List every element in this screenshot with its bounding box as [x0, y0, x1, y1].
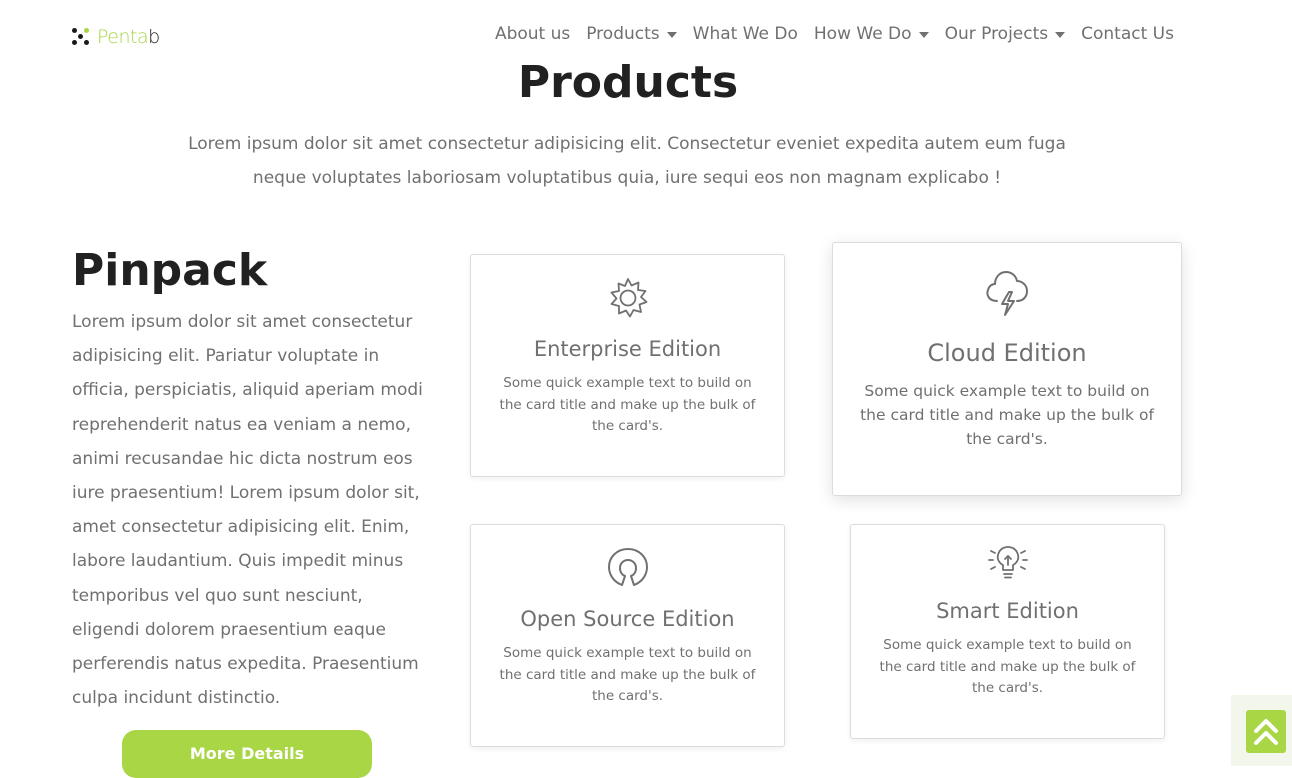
caret-down-icon [666, 32, 677, 38]
brand-name-main: Penta [97, 26, 149, 48]
nav-menu: About us Products What We Do How We Do O… [487, 20, 1182, 48]
card-text: Some quick example text to build on the … [499, 375, 756, 434]
scroll-top-button[interactable] [1246, 710, 1286, 753]
product-name: Pinpack [72, 245, 268, 296]
nav-how-we-do-dropdown[interactable]: How We Do [806, 20, 937, 48]
caret-down-icon [1055, 32, 1066, 38]
lightbulb-icon [987, 546, 1028, 579]
product-description: Lorem ipsum dolor sit amet consectetur a… [72, 312, 423, 709]
open-source-icon [607, 548, 648, 586]
more-details-button[interactable]: More Details [122, 730, 372, 778]
nav-contact-us[interactable]: Contact Us [1073, 20, 1182, 48]
card-text: Some quick example text to build on the … [879, 637, 1136, 696]
brand-name-suffix: b [148, 26, 160, 48]
sun-gear-icon [610, 278, 647, 318]
card-title: Enterprise Edition [533, 337, 722, 361]
nav-what-we-do[interactable]: What We Do [685, 20, 806, 48]
cloud-lightning-icon [986, 271, 1028, 316]
card-title: Cloud Edition [927, 339, 1087, 367]
nav-about-us[interactable]: About us [487, 20, 578, 48]
nav-label: About us [494, 24, 571, 44]
scroll-top-container [1231, 695, 1292, 766]
page-intro: Lorem ipsum dolor sit amet consectetur a… [188, 134, 1066, 188]
nav-label: Our Projects [944, 24, 1049, 44]
card-smart-edition[interactable]: Smart Edition Some quick example text to… [850, 524, 1165, 739]
nav-products-dropdown[interactable]: Products [578, 20, 684, 48]
card-enterprise-edition[interactable]: Enterprise Edition Some quick example te… [470, 254, 785, 477]
nav-label: How We Do [813, 24, 912, 44]
card-cloud-edition[interactable]: Cloud Edition Some quick example text to… [832, 242, 1182, 496]
card-title: Smart Edition [936, 599, 1079, 623]
nav-label: What We Do [692, 24, 798, 44]
caret-down-icon [918, 32, 929, 38]
brand-name: Pentab [97, 26, 160, 48]
card-title: Open Source Edition [520, 607, 735, 631]
brand-logo[interactable]: Pentab [72, 24, 160, 50]
double-chevron-up-icon [1254, 718, 1278, 745]
logo-dots-icon [72, 28, 90, 46]
card-open-source-edition[interactable]: Open Source Edition Some quick example t… [470, 524, 785, 747]
card-text: Some quick example text to build on the … [860, 382, 1154, 448]
card-text: Some quick example text to build on the … [499, 645, 756, 704]
nav-label: Contact Us [1081, 24, 1174, 44]
nav-label: Products [586, 24, 660, 44]
page-title: Products [517, 57, 739, 108]
nav-our-projects-dropdown[interactable]: Our Projects [937, 20, 1074, 48]
